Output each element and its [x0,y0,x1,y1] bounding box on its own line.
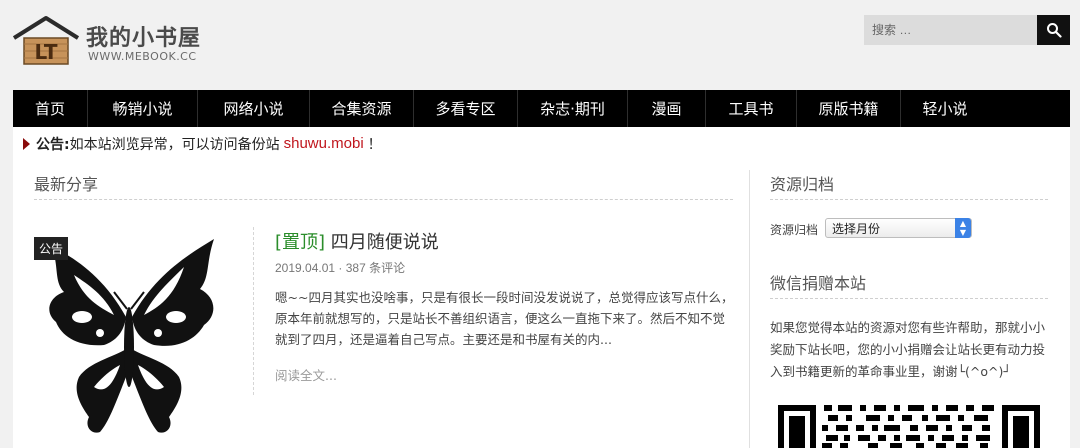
nav-item-original-books[interactable]: 原版书籍 [797,90,901,127]
svg-text:LT: LT [34,40,57,64]
post-title-text: 四月随便说说 [330,232,439,253]
nav-item-collections[interactable]: 合集资源 [310,90,414,127]
archive-divider [770,199,1048,200]
main-nav: 首页 畅销小说 网络小说 合集资源 多看专区 杂志·期刊 漫画 工具书 原版书籍… [13,90,1070,127]
archive-label: 资源归档 [770,223,819,237]
announcement-label: 公告: [36,136,70,153]
site-url: WWW.MEBOOK.CC [88,50,197,63]
post-meta: 2019.04.01 · 387 条评论 [275,261,406,275]
nav-item-duokan[interactable]: 多看专区 [414,90,518,127]
donate-divider [770,298,1048,299]
archive-heading: 资源归档 [770,175,835,194]
section-divider [34,199,733,200]
search-form [864,15,1070,45]
read-more-link[interactable]: 阅读全文... [275,365,337,384]
nav-item-reference[interactable]: 工具书 [706,90,797,127]
triangle-right-icon [23,137,30,150]
nav-item-bestsellers[interactable]: 畅销小说 [88,90,198,127]
announcement-end: ！ [367,136,382,153]
nav-item-comics[interactable]: 漫画 [628,90,706,127]
butterfly-image [49,239,214,433]
nav-item-web-novels[interactable]: 网络小说 [198,90,310,127]
backup-site-link[interactable]: shuwu.mobi [284,135,364,152]
house-logo-icon: LT [12,16,80,65]
latest-share-heading: 最新分享 [34,175,99,194]
site-logo[interactable]: LT 我的小书屋 WWW.MEBOOK.CC [12,12,242,68]
nav-item-magazines[interactable]: 杂志·期刊 [518,90,628,127]
select-arrows-icon: ▲ ▼ [955,218,971,238]
post-excerpt: 嗯~~四月其实也没啥事，只是有很长一段时间没发说说了，总觉得应该写点什么，原本年… [275,290,734,347]
post-pinned-tag: [置顶] [275,232,326,253]
nav-item-home[interactable]: 首页 [13,90,88,127]
announcement-text: 如本站浏览异常，可以访问备份站 [69,136,280,153]
nav-item-light-novels[interactable]: 轻小说 [901,90,989,127]
post-category-badge: 公告 [34,237,69,260]
content-area: 最新分享 公告 [置顶] 四月随便说说 2019.04.01 · 387 条评论… [13,160,1070,448]
column-divider [749,170,750,448]
archive-select-value: 选择月份 [832,221,881,236]
search-icon [1046,23,1062,38]
archive-month-select[interactable]: 选择月份 ▲ ▼ [825,218,972,238]
post-title[interactable]: [置顶] 四月随便说说 [275,228,439,254]
post-thumbnail[interactable]: 公告 [34,237,224,442]
announcement-bar: 公告: 如本站浏览异常，可以访问备份站 shuwu.mobi ！ [13,127,1070,160]
donate-text: 如果您觉得本站的资源对您有些许帮助，那就小小奖励下站长吧，您的小小捐赠会让站长更… [770,320,1046,379]
donate-heading: 微信捐赠本站 [770,274,867,293]
wechat-qr-code-image [776,403,1043,448]
search-input[interactable] [864,15,1037,45]
site-title: 我的小书屋 [86,26,202,51]
post-divider [253,227,254,395]
search-button[interactable] [1037,15,1070,45]
